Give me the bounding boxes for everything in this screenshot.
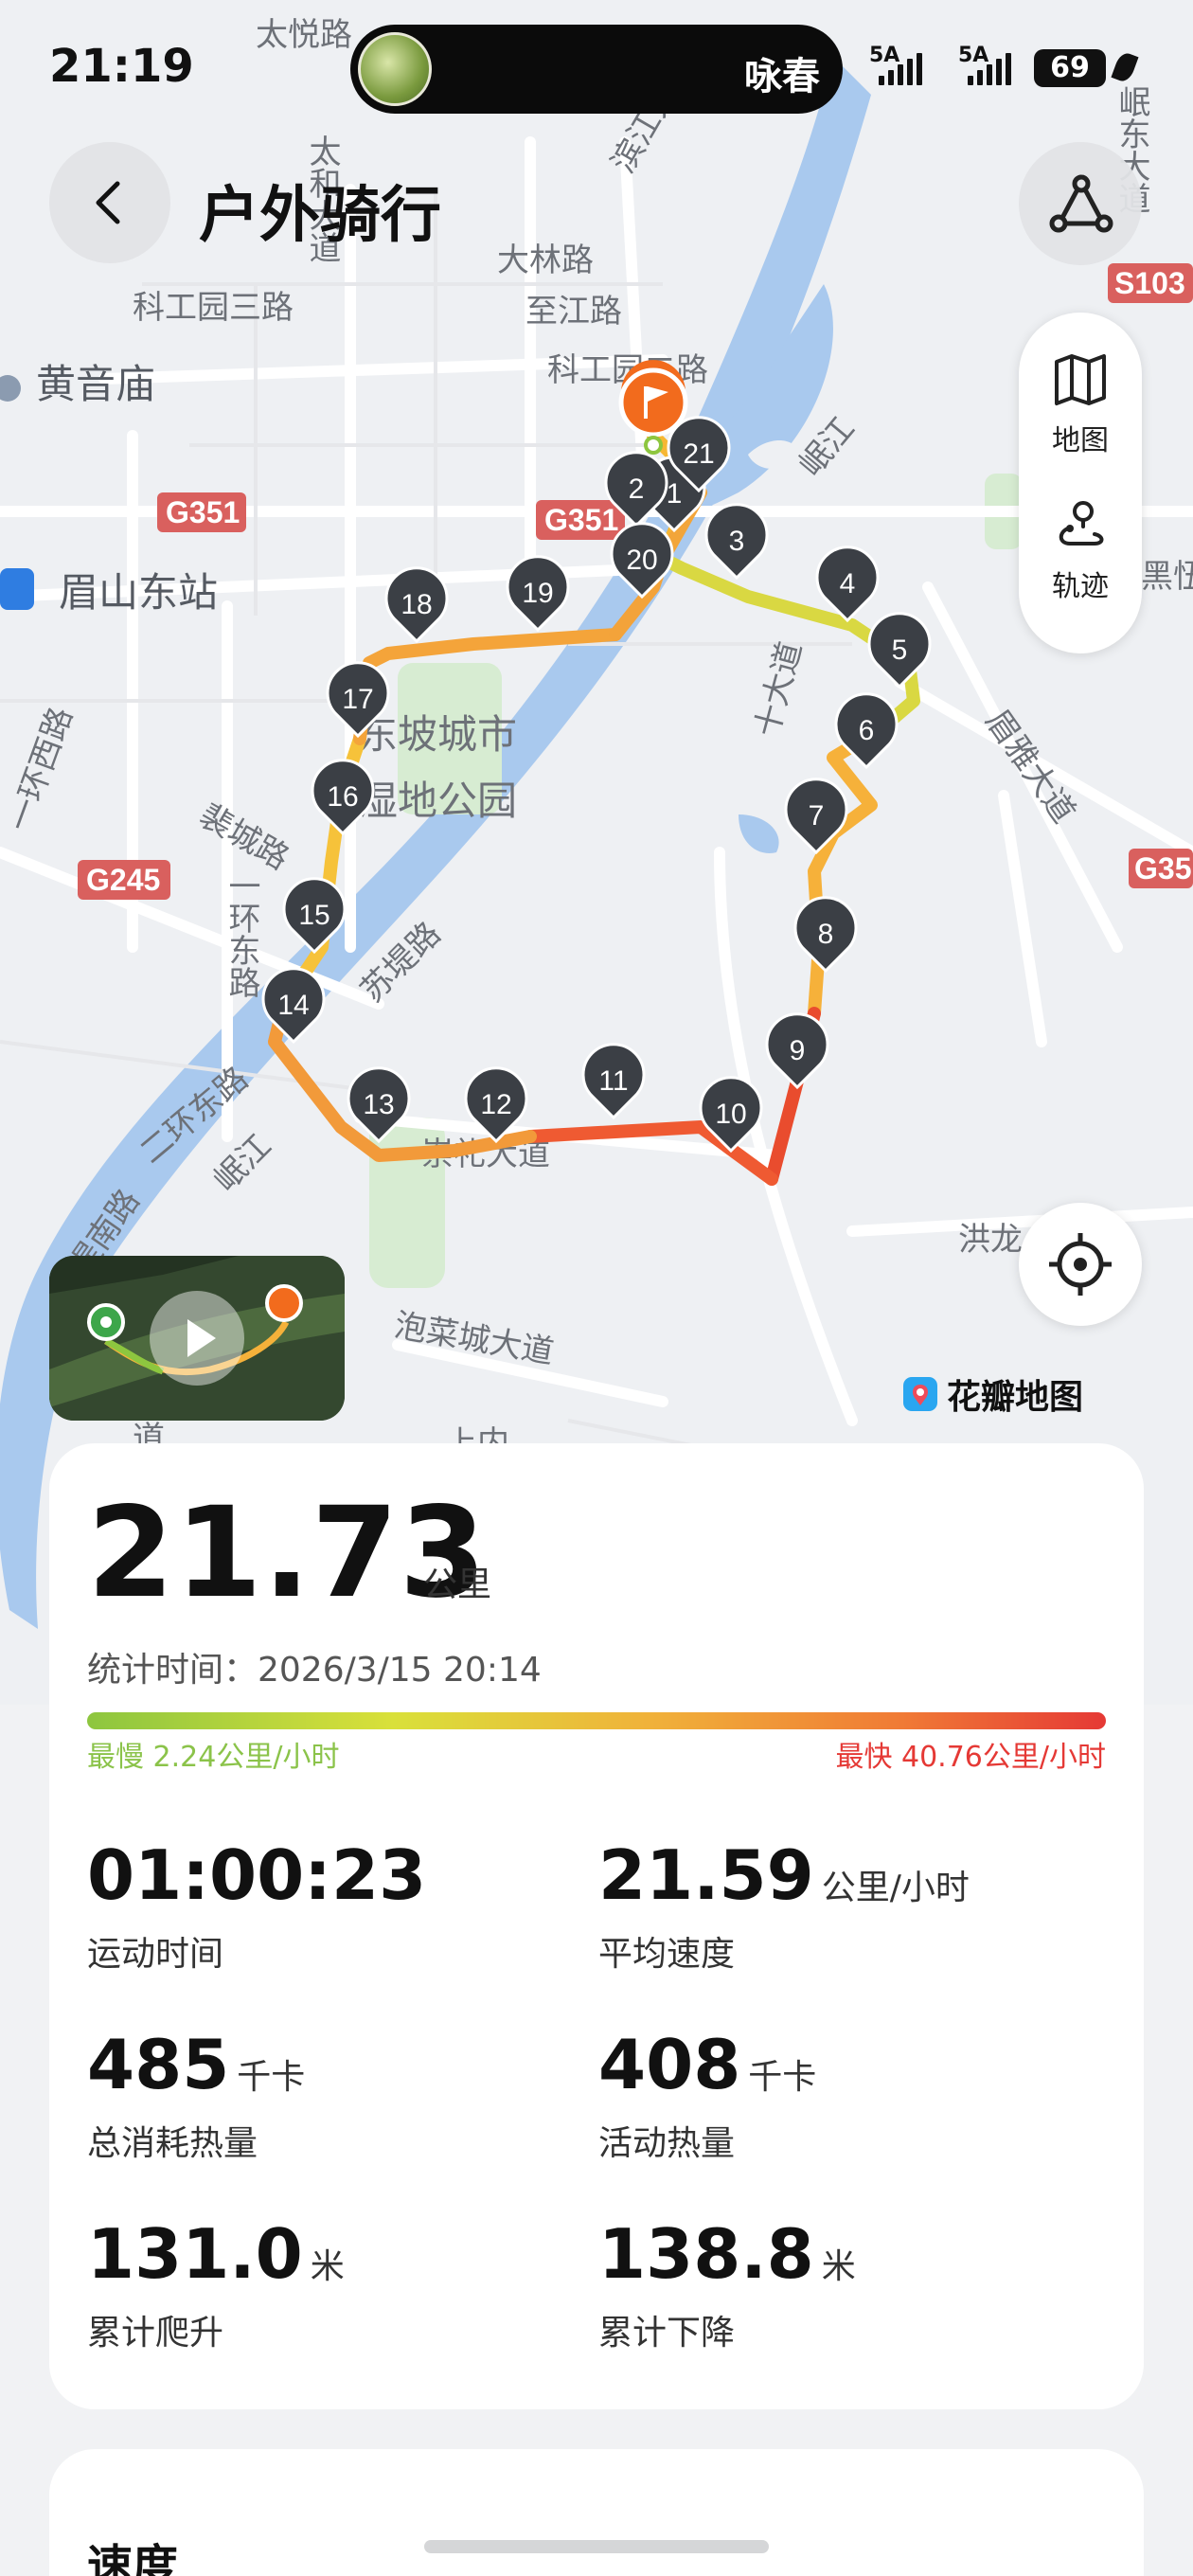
- clock: 21:19: [49, 40, 194, 93]
- map-label-huangyin: 黄音庙: [36, 362, 155, 406]
- map-label-zhijiang: 至江路: [525, 294, 622, 330]
- stat-time: 统计时间：2026/3/15 20:14: [87, 1651, 542, 1690]
- km-marker-label: 11: [598, 1065, 628, 1097]
- km-marker-label: 19: [522, 578, 553, 609]
- km-marker-label: 10: [715, 1099, 746, 1130]
- km-marker-label: 6: [859, 715, 875, 746]
- km-marker-label: 9: [790, 1035, 806, 1066]
- map-attribution: 花瓣地图: [901, 1369, 1083, 1419]
- page-title: 户外骑行: [199, 181, 441, 251]
- km-marker-label: 14: [277, 990, 309, 1021]
- signal-2-icon: 5A: [958, 44, 1011, 85]
- map-icon: [1055, 354, 1106, 405]
- map-label-heiyi: 黑忸: [1141, 559, 1193, 595]
- km-marker-label: 17: [342, 684, 373, 715]
- crosshair-icon: [1049, 1233, 1112, 1296]
- top-nav: 户外骑行: [0, 142, 1193, 265]
- signal-1-icon: 5A: [869, 44, 922, 85]
- shield-g351b: G351: [544, 503, 618, 537]
- map-label-meishan-east: 眉山东站: [59, 570, 218, 615]
- km-marker-label: 12: [480, 1089, 511, 1120]
- attribution-text: 花瓣地图: [947, 1378, 1084, 1417]
- speed-card: 速度: [49, 2449, 1144, 2576]
- home-indicator[interactable]: [424, 2540, 769, 2553]
- track-layer-toggle[interactable]: 轨迹: [1019, 498, 1142, 604]
- map-label-hongle: 洪龙: [958, 1222, 1023, 1258]
- shield-g35: G35: [1134, 851, 1191, 886]
- metric-total-descent: 138.8 米 累计下降: [598, 2214, 856, 2352]
- km-marker-label: 5: [892, 635, 908, 666]
- summary-card: 21.73 公里 统计时间：2026/3/15 20:14 最慢 2.24公里/…: [49, 1443, 1144, 2409]
- metric-total-ascent: 131.0 米 累计爬升: [87, 2214, 345, 2352]
- map-layer-toggle[interactable]: 地图: [1019, 352, 1142, 458]
- route-icon: [1049, 174, 1113, 233]
- shield-g351a: G351: [166, 495, 240, 529]
- track-icon: [1059, 501, 1104, 546]
- replay-thumbnail[interactable]: [49, 1256, 345, 1421]
- metric-duration: 01:00:23 运动时间: [87, 1835, 427, 1974]
- km-marker-label: 4: [840, 568, 856, 599]
- km-marker-label: 2: [629, 474, 645, 505]
- km-marker-label: 1: [667, 478, 683, 510]
- map-label-park-1: 东坡城市: [358, 712, 517, 757]
- distance-unit: 公里: [423, 1565, 492, 1604]
- route-share-button[interactable]: [1019, 142, 1142, 265]
- eco-leaf-icon: [1111, 50, 1139, 84]
- chevron-left-icon: [96, 181, 120, 224]
- status-bar: 21:19 咏春 5A 5A 69: [0, 0, 1193, 123]
- map-layer-label: 地图: [1052, 424, 1109, 457]
- shield-s103: S103: [1114, 266, 1185, 300]
- speed-gradient-bar: [87, 1712, 1106, 1729]
- fastest-speed: 最快 40.76公里/小时: [835, 1741, 1106, 1774]
- music-artwork: [358, 32, 432, 106]
- locate-button[interactable]: [1019, 1203, 1142, 1326]
- map-label-kegong3: 科工园三路: [133, 290, 294, 326]
- metric-avg-speed: 21.59 公里/小时 平均速度: [598, 1835, 970, 1974]
- back-button[interactable]: [49, 142, 170, 263]
- track-layer-label: 轨迹: [1052, 570, 1109, 603]
- map-label-huan1east: 一环东路: [223, 869, 259, 998]
- metric-active-calories: 408 千卡 活动热量: [598, 2025, 817, 2163]
- petal-maps-logo-icon: [903, 1377, 937, 1411]
- now-playing-title: 咏春: [744, 55, 820, 98]
- slowest-speed: 最慢 2.24公里/小时: [87, 1741, 340, 1774]
- dynamic-island[interactable]: 咏春: [350, 25, 843, 114]
- km-marker-label: 7: [809, 800, 825, 832]
- play-icon[interactable]: [148, 1289, 246, 1387]
- km-marker-label: 8: [818, 919, 834, 950]
- km-marker-label: 21: [683, 438, 714, 470]
- battery-indicator: 69: [1034, 49, 1106, 87]
- km-marker-label: 15: [298, 900, 329, 931]
- shield-g245: G245: [86, 863, 160, 897]
- map-label-park-2: 湿地公园: [358, 778, 517, 823]
- speed-section-title: 速度: [87, 2540, 179, 2576]
- metric-total-calories: 485 千卡 总消耗热量: [87, 2025, 306, 2163]
- km-marker-label: 16: [327, 781, 358, 813]
- map-layer-panel: 地图 轨迹: [1019, 313, 1142, 653]
- km-marker-label: 3: [729, 526, 745, 557]
- km-marker-label: 13: [363, 1089, 394, 1120]
- km-marker-label: 20: [626, 545, 657, 576]
- km-marker-label: 18: [401, 589, 432, 620]
